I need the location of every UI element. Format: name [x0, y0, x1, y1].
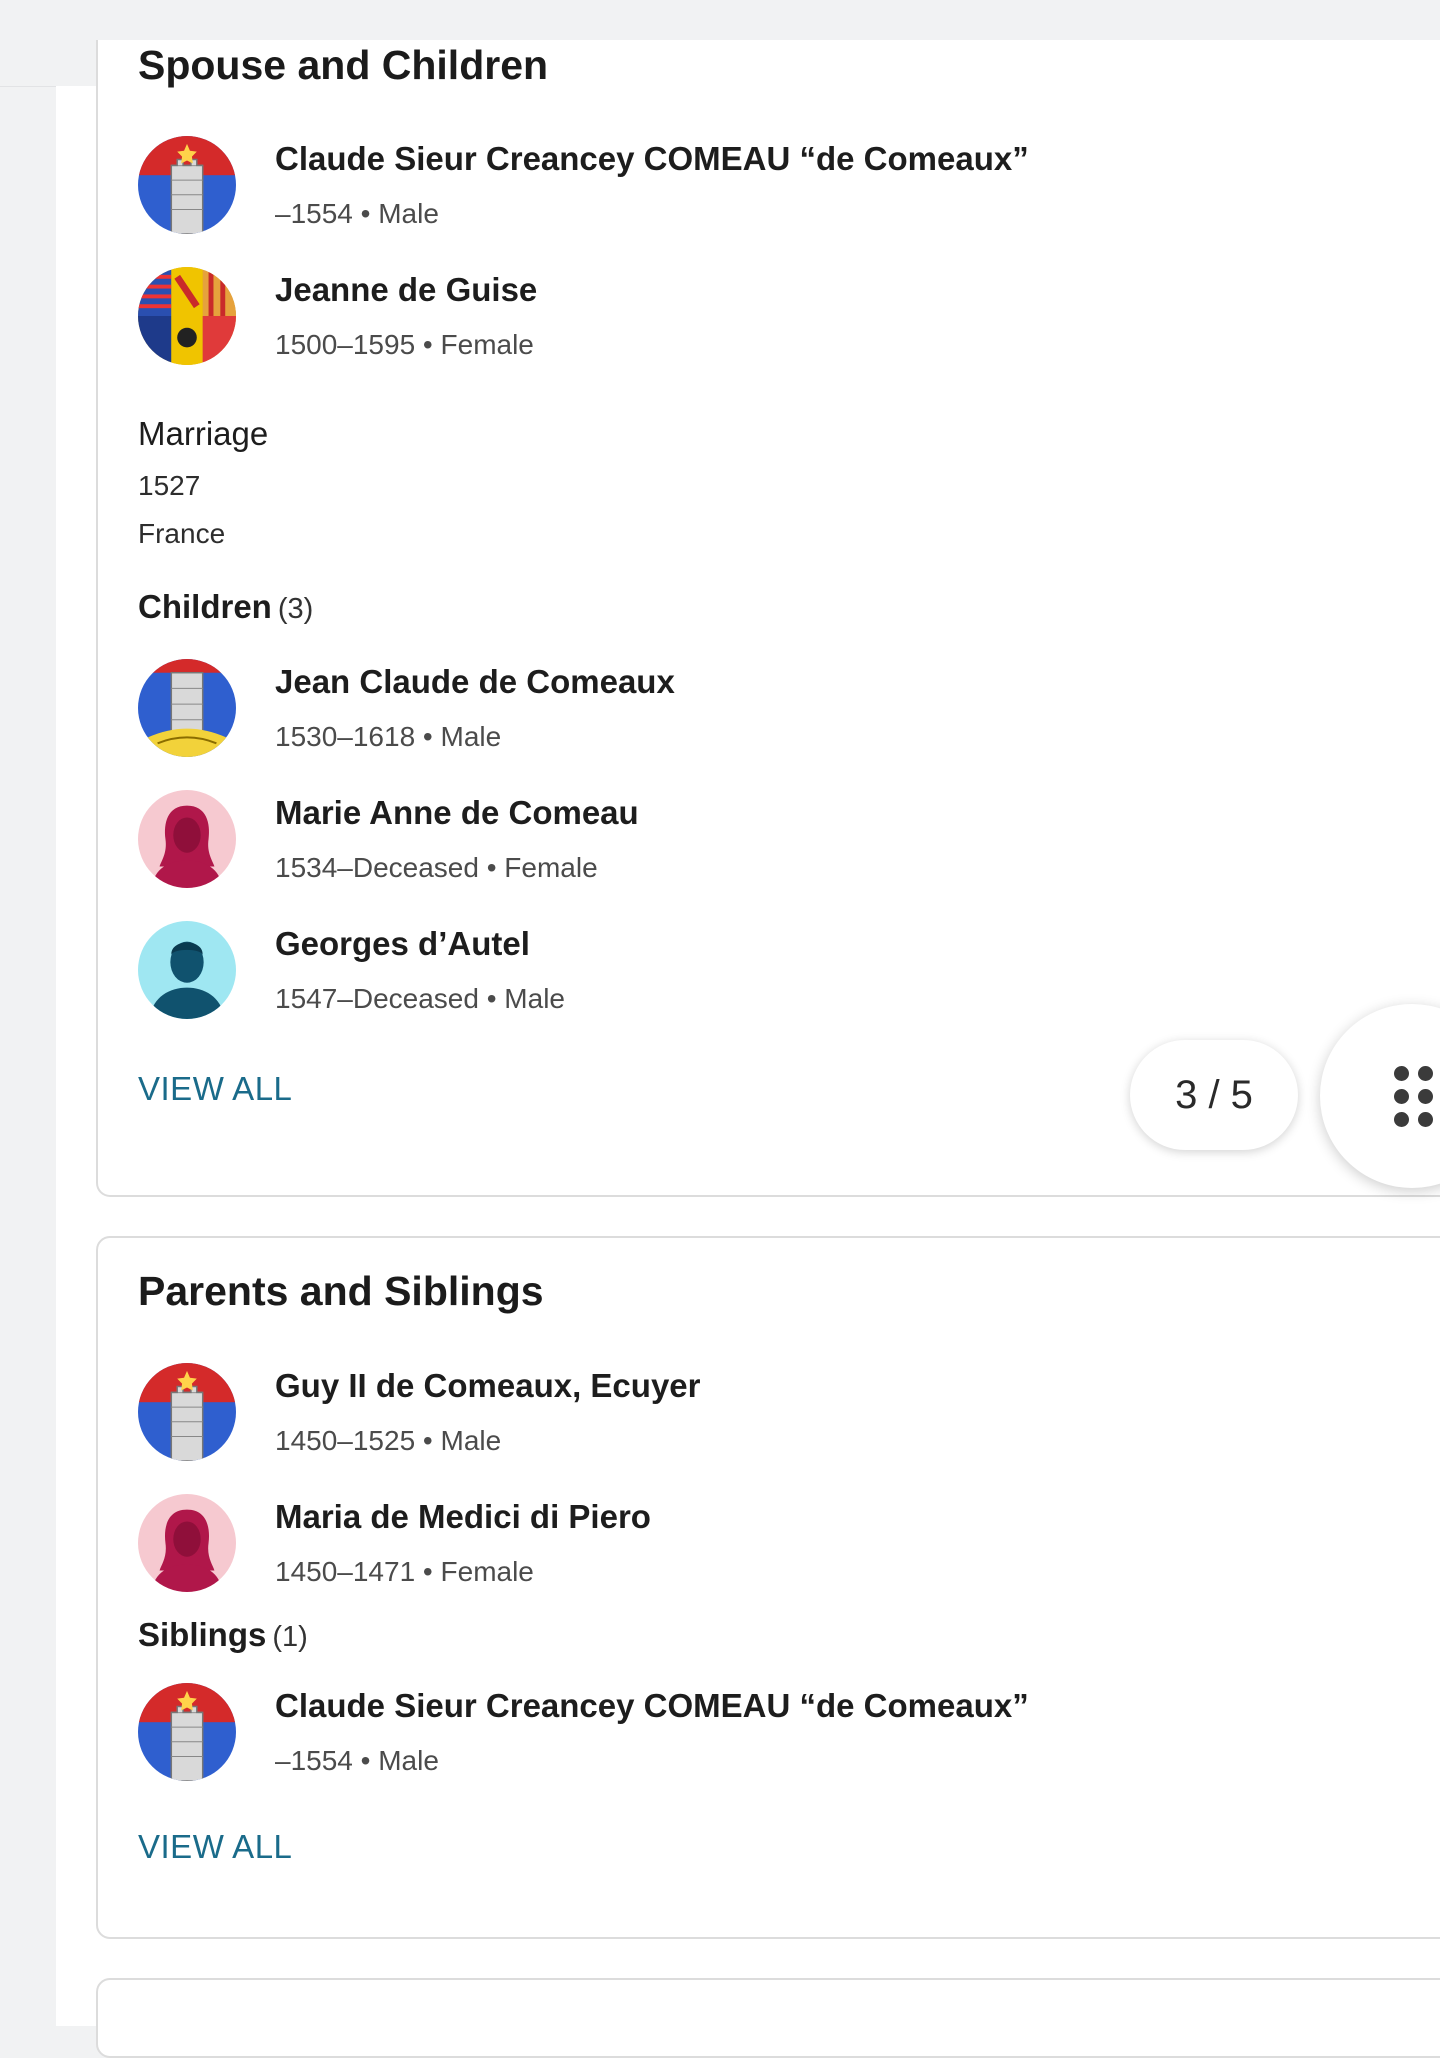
children-count: (3) — [277, 593, 314, 625]
person-lifespan: 1500–1595 • Female — [275, 329, 534, 360]
person-name[interactable]: Claude Sieur Creancey COMEAU “de Comeaux… — [275, 140, 1029, 178]
parent-row[interactable]: Guy II de Comeaux, Ecuyer 1450–1525 • Ma… — [138, 1363, 1238, 1463]
section-title-parents-siblings: Parents and Siblings — [138, 1268, 544, 1314]
coat-of-arms-tower-gold-icon — [138, 659, 236, 757]
spouse-row[interactable]: Jeanne de Guise 1500–1595 • Female — [138, 267, 1238, 367]
sibling-row[interactable]: Claude Sieur Creancey COMEAU “de Comeaux… — [138, 1683, 1238, 1783]
marriage-place: France — [138, 518, 226, 549]
person-name[interactable]: Jeanne de Guise — [275, 271, 537, 309]
female-silhouette-icon — [138, 790, 236, 888]
section-title-spouse-children: Spouse and Children — [138, 42, 549, 88]
person-lifespan: 1547–Deceased • Male — [275, 983, 565, 1014]
page-indicator[interactable]: 3 / 5 — [1130, 1040, 1298, 1150]
next-section-card — [96, 1978, 1440, 2058]
parents-and-siblings-card: Parents and Siblings Guy II de Comeaux, … — [96, 1236, 1440, 1939]
coat-of-arms-tower-icon — [138, 1363, 236, 1461]
person-name[interactable]: Georges d’Autel — [275, 925, 530, 963]
coat-of-arms-quartered-icon — [138, 267, 236, 365]
dots-grid-icon — [1394, 1066, 1434, 1128]
siblings-label: Siblings — [138, 1616, 267, 1653]
coat-of-arms-tower-icon — [138, 1683, 236, 1781]
person-name[interactable]: Jean Claude de Comeaux — [275, 663, 675, 701]
child-row[interactable]: Marie Anne de Comeau 1534–Deceased • Fem… — [138, 790, 1238, 890]
female-silhouette-icon — [138, 1494, 236, 1592]
coat-of-arms-tower-icon — [138, 136, 236, 234]
person-lifespan: 1534–Deceased • Female — [275, 852, 598, 883]
male-silhouette-icon — [138, 921, 236, 1019]
spouse-and-children-card: Spouse and Children Claude Sieur Creance… — [96, 40, 1440, 1197]
spouse-row[interactable]: Claude Sieur Creancey COMEAU “de Comeaux… — [138, 136, 1238, 236]
marriage-date: 1527 — [138, 470, 201, 501]
children-heading: Children (3) — [138, 588, 313, 626]
person-lifespan: 1530–1618 • Male — [275, 721, 502, 752]
person-name[interactable]: Maria de Medici di Piero — [275, 1498, 651, 1536]
person-lifespan: –1554 • Male — [275, 198, 439, 229]
person-name[interactable]: Marie Anne de Comeau — [275, 794, 639, 832]
person-lifespan: 1450–1525 • Male — [275, 1425, 502, 1456]
siblings-count: (1) — [272, 1621, 308, 1653]
marriage-label: Marriage — [138, 415, 269, 452]
person-lifespan: 1450–1471 • Female — [275, 1556, 534, 1587]
person-name[interactable]: Claude Sieur Creancey COMEAU “de Comeaux… — [275, 1687, 1029, 1725]
person-name[interactable]: Guy II de Comeaux, Ecuyer — [275, 1367, 701, 1405]
siblings-heading: Siblings (1) — [138, 1616, 308, 1654]
parent-row[interactable]: Maria de Medici di Piero 1450–1471 • Fem… — [138, 1494, 1238, 1594]
child-row[interactable]: Jean Claude de Comeaux 1530–1618 • Male — [138, 659, 1238, 759]
person-lifespan: –1554 • Male — [275, 1745, 439, 1776]
children-label: Children — [138, 588, 272, 625]
view-all-children-link[interactable]: VIEW ALL — [138, 1070, 292, 1108]
child-row[interactable]: Georges d’Autel 1547–Deceased • Male — [138, 921, 1238, 1021]
view-all-siblings-link[interactable]: VIEW ALL — [138, 1828, 292, 1866]
